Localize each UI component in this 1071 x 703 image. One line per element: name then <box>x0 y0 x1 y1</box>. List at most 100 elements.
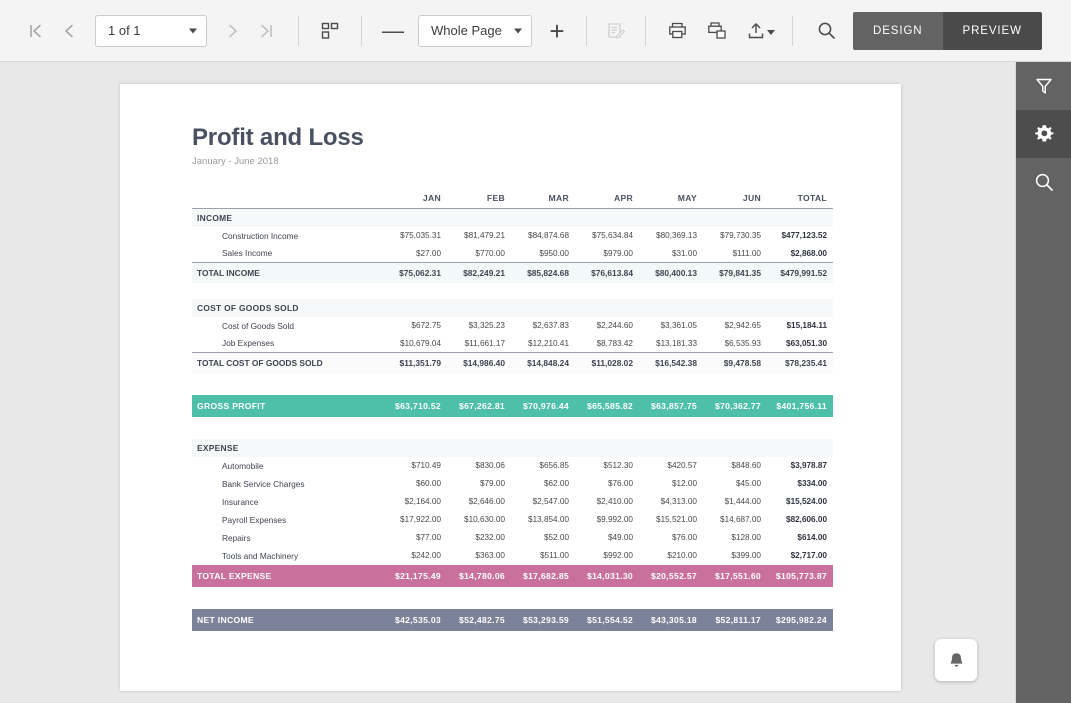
row-value-jan: $710.49 <box>383 457 447 475</box>
chevron-down-icon <box>767 30 775 35</box>
row-value-feb: $830.06 <box>447 457 511 475</box>
zoom-in-button[interactable]: + <box>540 14 574 48</box>
table-row: Construction Income$75,035.31$81,479.21$… <box>192 227 833 245</box>
row-value-mar: $2,637.83 <box>511 317 575 335</box>
edit-parameters-button[interactable] <box>599 14 633 48</box>
row-value-total: $295,982.24 <box>767 609 833 631</box>
column-header-feb: FEB <box>447 193 511 209</box>
row-value-total: $479,991.52 <box>767 263 833 283</box>
zoom-level-select[interactable]: Whole Page <box>418 15 532 47</box>
sidebar-item-filter[interactable] <box>1016 62 1071 110</box>
row-value-apr: $512.30 <box>575 457 639 475</box>
row-value-jun: $6,535.93 <box>703 335 767 353</box>
table-body: INCOMEConstruction Income$75,035.31$81,4… <box>192 209 833 631</box>
sidebar-item-search[interactable] <box>1016 158 1071 206</box>
section-label: INCOME <box>192 209 833 227</box>
table-row: Insurance$2,164.00$2,646.00$2,547.00$2,4… <box>192 493 833 511</box>
row-value-total: $15,184.11 <box>767 317 833 335</box>
thumbnails-grid-icon <box>320 21 340 41</box>
toolbar-divider <box>586 16 587 46</box>
row-value-jan: $10,679.04 <box>383 335 447 353</box>
first-page-icon <box>26 22 44 40</box>
spacer-cell <box>192 417 833 439</box>
chevron-left-icon <box>60 22 78 40</box>
table-row: TOTAL INCOME$75,062.31$82,249.21$85,824.… <box>192 263 833 283</box>
spacer-cell <box>192 587 833 609</box>
row-value-may: $12.00 <box>639 475 703 493</box>
report-subtitle: January - June 2018 <box>192 156 833 167</box>
profit-loss-table: JANFEBMARAPRMAYJUNTOTAL INCOMEConstructi… <box>192 193 833 631</box>
row-value-may: $76.00 <box>639 529 703 547</box>
filter-icon <box>1033 75 1055 97</box>
row-value-may: $63,857.75 <box>639 395 703 417</box>
table-row: Sales Income$27.00$770.00$950.00$979.00$… <box>192 245 833 263</box>
row-value-jun: $111.00 <box>703 245 767 263</box>
row-value-apr: $2,410.00 <box>575 493 639 511</box>
row-value-feb: $81,479.21 <box>447 227 511 245</box>
row-value-jan: $17,922.00 <box>383 511 447 529</box>
row-value-total: $334.00 <box>767 475 833 493</box>
row-value-jan: $60.00 <box>383 475 447 493</box>
row-value-total: $401,756.11 <box>767 395 833 417</box>
row-label: Construction Income <box>192 227 383 245</box>
tab-design[interactable]: DESIGN <box>853 12 943 50</box>
row-value-jan: $77.00 <box>383 529 447 547</box>
column-header-label <box>192 193 383 209</box>
printer-icon <box>667 20 688 41</box>
row-value-total: $82,606.00 <box>767 511 833 529</box>
column-header-mar: MAR <box>511 193 575 209</box>
row-value-may: $16,542.38 <box>639 353 703 373</box>
last-page-button[interactable] <box>250 14 284 48</box>
row-value-feb: $14,780.06 <box>447 565 511 587</box>
printer-copy-icon <box>707 20 728 41</box>
row-value-jun: $9,478.58 <box>703 353 767 373</box>
row-value-feb: $82,249.21 <box>447 263 511 283</box>
row-value-jun: $52,811.17 <box>703 609 767 631</box>
row-value-apr: $76,613.84 <box>575 263 639 283</box>
row-value-jun: $17,551.60 <box>703 565 767 587</box>
page-thumbnails-button[interactable] <box>313 14 347 48</box>
row-label: Bank Service Charges <box>192 475 383 493</box>
report-page: Profit and Loss January - June 2018 JANF… <box>120 84 901 691</box>
zoom-out-button[interactable]: — <box>376 14 410 48</box>
sidebar-item-settings[interactable] <box>1016 110 1071 158</box>
page-number-select[interactable]: 1 of 1 <box>95 15 207 47</box>
notifications-button[interactable] <box>935 639 977 681</box>
chevron-down-icon <box>514 28 522 33</box>
row-value-apr: $979.00 <box>575 245 639 263</box>
row-value-mar: $511.00 <box>511 547 575 565</box>
row-value-mar: $70,976.44 <box>511 395 575 417</box>
export-button[interactable] <box>740 14 780 48</box>
next-page-button[interactable] <box>216 14 250 48</box>
row-label: Sales Income <box>192 245 383 263</box>
print-button[interactable] <box>660 14 694 48</box>
table-row: Tools and Machinery$242.00$363.00$511.00… <box>192 547 833 565</box>
row-value-may: $15,521.00 <box>639 511 703 529</box>
row-label: Automobile <box>192 457 383 475</box>
plus-icon: + <box>549 18 564 44</box>
row-value-total: $15,524.00 <box>767 493 833 511</box>
row-value-jun: $128.00 <box>703 529 767 547</box>
previous-page-button[interactable] <box>52 14 86 48</box>
row-label: Insurance <box>192 493 383 511</box>
row-value-jan: $27.00 <box>383 245 447 263</box>
table-row: Payroll Expenses$17,922.00$10,630.00$13,… <box>192 511 833 529</box>
table-spacer-row <box>192 417 833 439</box>
row-value-may: $80,400.13 <box>639 263 703 283</box>
search-button[interactable] <box>809 14 843 48</box>
column-header-apr: APR <box>575 193 639 209</box>
print-layout-button[interactable] <box>700 14 734 48</box>
row-value-jun: $399.00 <box>703 547 767 565</box>
first-page-button[interactable] <box>18 14 52 48</box>
row-value-jan: $242.00 <box>383 547 447 565</box>
toolbar-divider <box>645 16 646 46</box>
tab-preview[interactable]: PREVIEW <box>943 12 1042 50</box>
table-row: GROSS PROFIT$63,710.52$67,262.81$70,976.… <box>192 395 833 417</box>
row-value-apr: $65,585.82 <box>575 395 639 417</box>
row-value-may: $420.57 <box>639 457 703 475</box>
row-value-total: $614.00 <box>767 529 833 547</box>
document-canvas[interactable]: Profit and Loss January - June 2018 JANF… <box>0 62 1015 703</box>
row-value-apr: $8,783.42 <box>575 335 639 353</box>
row-value-feb: $79.00 <box>447 475 511 493</box>
row-value-jun: $1,444.00 <box>703 493 767 511</box>
